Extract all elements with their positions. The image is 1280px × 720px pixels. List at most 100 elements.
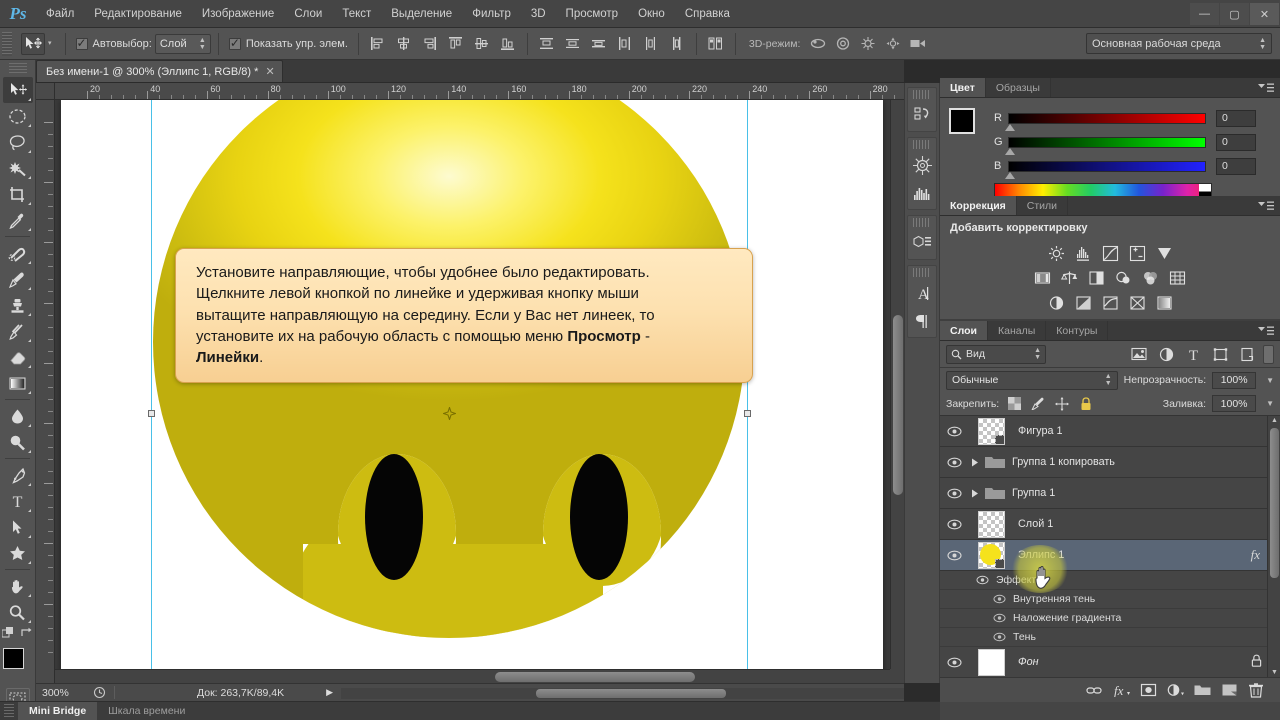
healing-brush-tool[interactable] <box>3 240 33 266</box>
show-controls-checkbox[interactable] <box>228 36 241 50</box>
layers-panel-menu-icon[interactable] <box>1258 325 1274 337</box>
color-panel-foreground-swatch[interactable] <box>949 108 975 134</box>
layer-row-group1[interactable]: Группа 1 <box>940 478 1280 509</box>
channel-mixer-icon[interactable] <box>1139 267 1162 289</box>
layer-filter-select[interactable]: Вид ▲ ▼ <box>946 344 1046 364</box>
eyedropper-tool[interactable] <box>3 207 33 233</box>
clone-stamp-tool[interactable] <box>3 292 33 318</box>
tab-layers[interactable]: Слои <box>940 321 988 340</box>
vibrance-icon[interactable] <box>1153 242 1176 264</box>
dodge-tool[interactable] <box>3 429 33 455</box>
pan-3d-icon[interactable] <box>856 33 880 55</box>
rail-grip[interactable] <box>913 218 931 227</box>
align-right-edges-button[interactable] <box>418 33 442 55</box>
menu-layers[interactable]: Слои <box>284 0 332 28</box>
menu-select[interactable]: Выделение <box>381 0 462 28</box>
fill-value[interactable]: 100% <box>1212 395 1257 412</box>
black-white-icon[interactable] <box>1085 267 1108 289</box>
layer-thumbnail[interactable] <box>968 417 1014 445</box>
maximize-button[interactable]: ▢ <box>1220 3 1249 25</box>
menu-filter[interactable]: Фильтр <box>462 0 521 28</box>
auto-align-layers-button[interactable] <box>704 33 728 55</box>
rail-grip[interactable] <box>913 268 931 277</box>
tab-color[interactable]: Цвет <box>940 78 986 97</box>
shape-tool[interactable] <box>3 540 33 566</box>
blend-mode-select[interactable]: Обычные ▲ ▼ <box>946 370 1118 390</box>
blue-value[interactable]: 0 <box>1216 157 1256 175</box>
bottom-bar-grip[interactable] <box>4 704 14 718</box>
green-slider-thumb[interactable] <box>1005 147 1015 155</box>
options-bar-grip[interactable] <box>2 31 12 56</box>
photo-filter-icon[interactable] <box>1112 267 1135 289</box>
color-balance-icon[interactable] <box>1058 267 1081 289</box>
color-panel-swatches[interactable] <box>949 108 991 149</box>
transform-reference-point-icon[interactable] <box>441 405 458 422</box>
effect-row-inner-shadow[interactable]: Внутренняя тень <box>940 590 1280 609</box>
tab-paths[interactable]: Контуры <box>1046 321 1109 340</box>
canvas-vertical-scroll-thumb[interactable] <box>893 315 903 495</box>
lasso-tool[interactable] <box>3 129 33 155</box>
status-expand-icon[interactable]: ▶ <box>326 687 333 698</box>
distribute-horizontal-centers-button[interactable] <box>639 33 663 55</box>
filter-pixel-layers-icon[interactable] <box>1128 344 1150 364</box>
delete-icon[interactable] <box>1244 679 1268 701</box>
horizontal-ruler[interactable]: 20 40 60 80 100 120 140 160 180 200 220 240 260 280 <box>55 83 904 100</box>
filter-type-layers-icon[interactable]: T <box>1182 344 1204 364</box>
menu-view[interactable]: Просмотр <box>556 0 629 28</box>
adjustments-panel-menu-icon[interactable] <box>1258 200 1274 212</box>
filter-enable-toggle[interactable] <box>1263 344 1274 364</box>
distribute-right-edges-button[interactable] <box>665 33 689 55</box>
layer-row-group1-copy[interactable]: Группа 1 копировать <box>940 447 1280 478</box>
tool-preset-picker[interactable]: ▾ <box>15 32 58 55</box>
layer-visibility-toggle[interactable] <box>940 657 968 668</box>
layer-row-layer1[interactable]: Слой 1 <box>940 509 1280 540</box>
layers-scroll-thumb[interactable] <box>1270 428 1279 578</box>
layer-visibility-toggle[interactable] <box>940 550 968 561</box>
tab-adjustments[interactable]: Коррекция <box>940 196 1017 215</box>
minimize-button[interactable]: — <box>1190 3 1219 25</box>
fx-icon[interactable]: fx <box>1109 679 1133 701</box>
guide-left[interactable] <box>151 100 152 669</box>
show-controls-option[interactable]: Показать упр. элем. <box>226 36 351 50</box>
default-colors-icon[interactable] <box>1 627 14 642</box>
menu-edit[interactable]: Редактирование <box>84 0 192 28</box>
histogram-icon[interactable] <box>908 179 936 207</box>
canvas-horizontal-scroll-thumb[interactable] <box>495 672 695 682</box>
distribute-top-edges-button[interactable] <box>535 33 559 55</box>
properties-icon[interactable] <box>908 229 936 257</box>
menu-help[interactable]: Справка <box>675 0 740 28</box>
layer-row-background[interactable]: Фон <box>940 647 1280 677</box>
color-lookup-icon[interactable] <box>1166 267 1189 289</box>
levels-icon[interactable] <box>1072 242 1095 264</box>
toolbar-grip[interactable] <box>8 63 27 75</box>
rail-grip[interactable] <box>913 140 931 149</box>
new-layer-icon[interactable] <box>1217 679 1241 701</box>
close-button[interactable]: ✕ <box>1250 3 1279 25</box>
move-tool[interactable] <box>2 77 33 103</box>
lock-image-pixels-icon[interactable] <box>1029 395 1047 413</box>
green-value[interactable]: 0 <box>1216 133 1256 151</box>
document-canvas[interactable] <box>61 100 883 669</box>
layer-thumbnail[interactable] <box>968 541 1014 569</box>
menu-text[interactable]: Текст <box>332 0 381 28</box>
opacity-dropdown-icon[interactable]: ▼ <box>1262 376 1274 385</box>
hue-saturation-icon[interactable] <box>1031 267 1054 289</box>
group-icon[interactable] <box>1190 679 1214 701</box>
layer-thumbnail[interactable] <box>968 648 1014 676</box>
layer-row-shape1[interactable]: Фигура 1 <box>940 416 1280 447</box>
gradient-tool[interactable] <box>3 370 33 396</box>
zoom-tool[interactable] <box>3 599 33 625</box>
close-icon[interactable]: ✕ <box>265 65 274 78</box>
brightness-contrast-icon[interactable] <box>1045 242 1068 264</box>
effects-visibility-toggle[interactable] <box>968 575 996 585</box>
selective-color-icon[interactable] <box>1153 292 1176 314</box>
tab-swatches[interactable]: Образцы <box>986 78 1051 97</box>
distribute-left-edges-button[interactable] <box>613 33 637 55</box>
align-horizontal-centers-button[interactable] <box>392 33 416 55</box>
link-icon[interactable] <box>1082 679 1106 701</box>
distribute-vertical-centers-button[interactable] <box>561 33 585 55</box>
layer-thumbnail[interactable] <box>968 510 1014 538</box>
brush-tool[interactable] <box>3 266 33 292</box>
tab-mini-bridge[interactable]: Mini Bridge <box>18 701 98 720</box>
exposure-icon[interactable] <box>1126 242 1149 264</box>
